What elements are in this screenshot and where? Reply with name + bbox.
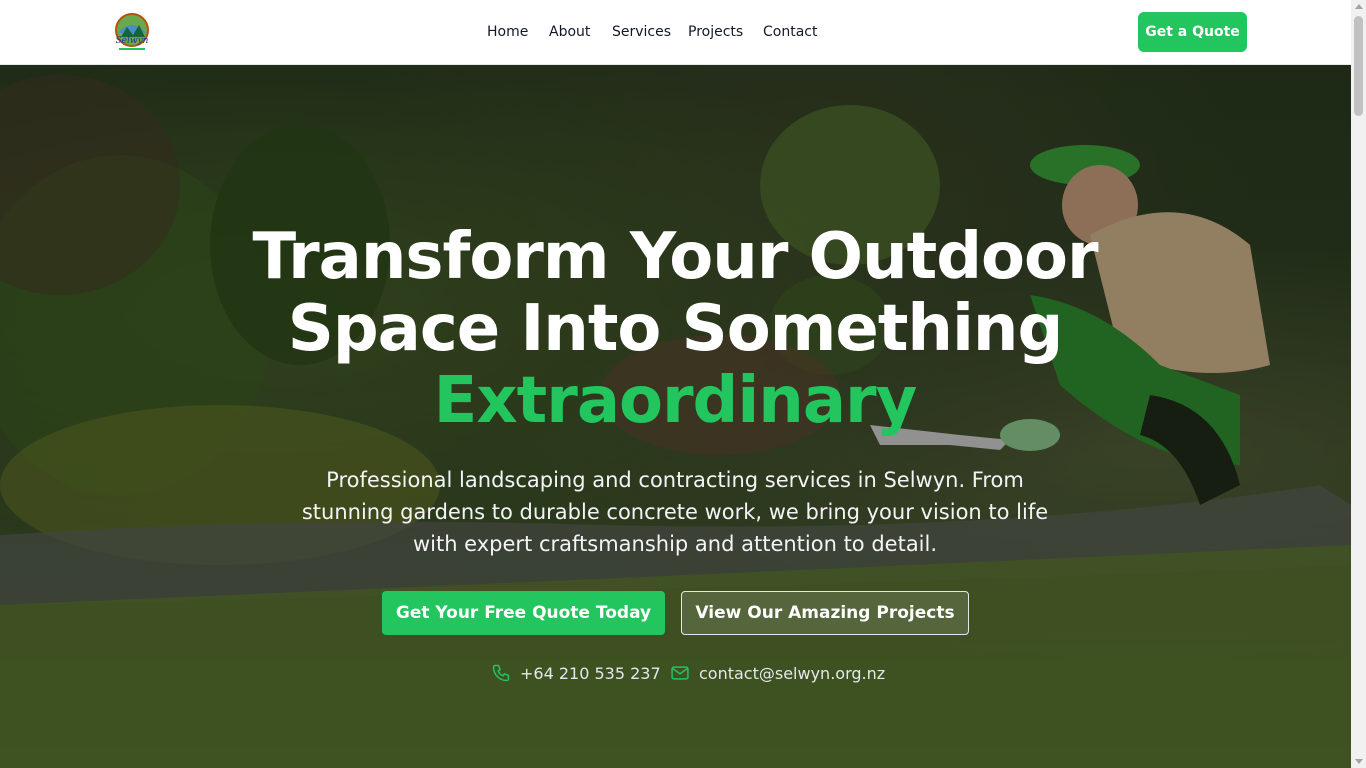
nav-projects[interactable]: Projects (688, 22, 743, 42)
get-quote-button[interactable]: Get a Quote (1138, 12, 1247, 52)
site-header: Selwyn Home About Services Projects Cont… (0, 0, 1351, 65)
nav-about[interactable]: About (549, 22, 590, 42)
phone-number: +64 210 535 237 (520, 663, 661, 683)
hero-title-line1: Transform Your Outdoor (252, 220, 1098, 294)
scroll-thumb[interactable] (1354, 16, 1363, 116)
mail-icon (671, 666, 689, 680)
phone-icon (492, 664, 510, 682)
scroll-up-arrow-icon[interactable] (1355, 4, 1363, 9)
hero-title-accent: Extraordinary (433, 364, 918, 438)
free-quote-button[interactable]: Get Your Free Quote Today (382, 591, 665, 635)
nav-home[interactable]: Home (487, 22, 528, 42)
page-scrollbar[interactable] (1351, 0, 1366, 768)
hero-section: Transform Your Outdoor Space Into Someth… (0, 65, 1351, 768)
scroll-down-arrow-icon[interactable] (1355, 759, 1363, 764)
email-address: contact@selwyn.org.nz (699, 663, 886, 683)
nav-contact[interactable]: Contact (763, 22, 817, 42)
hero-title-line2: Space Into Something (287, 292, 1064, 366)
nav-services[interactable]: Services (612, 22, 671, 42)
view-projects-button[interactable]: View Our Amazing Projects (681, 591, 969, 635)
hero-title: Transform Your Outdoor Space Into Someth… (175, 221, 1175, 437)
hero-subtitle: Professional landscaping and contracting… (301, 468, 1049, 556)
email-link[interactable]: contact@selwyn.org.nz (670, 661, 885, 685)
phone-link[interactable]: +64 210 535 237 (491, 661, 661, 685)
